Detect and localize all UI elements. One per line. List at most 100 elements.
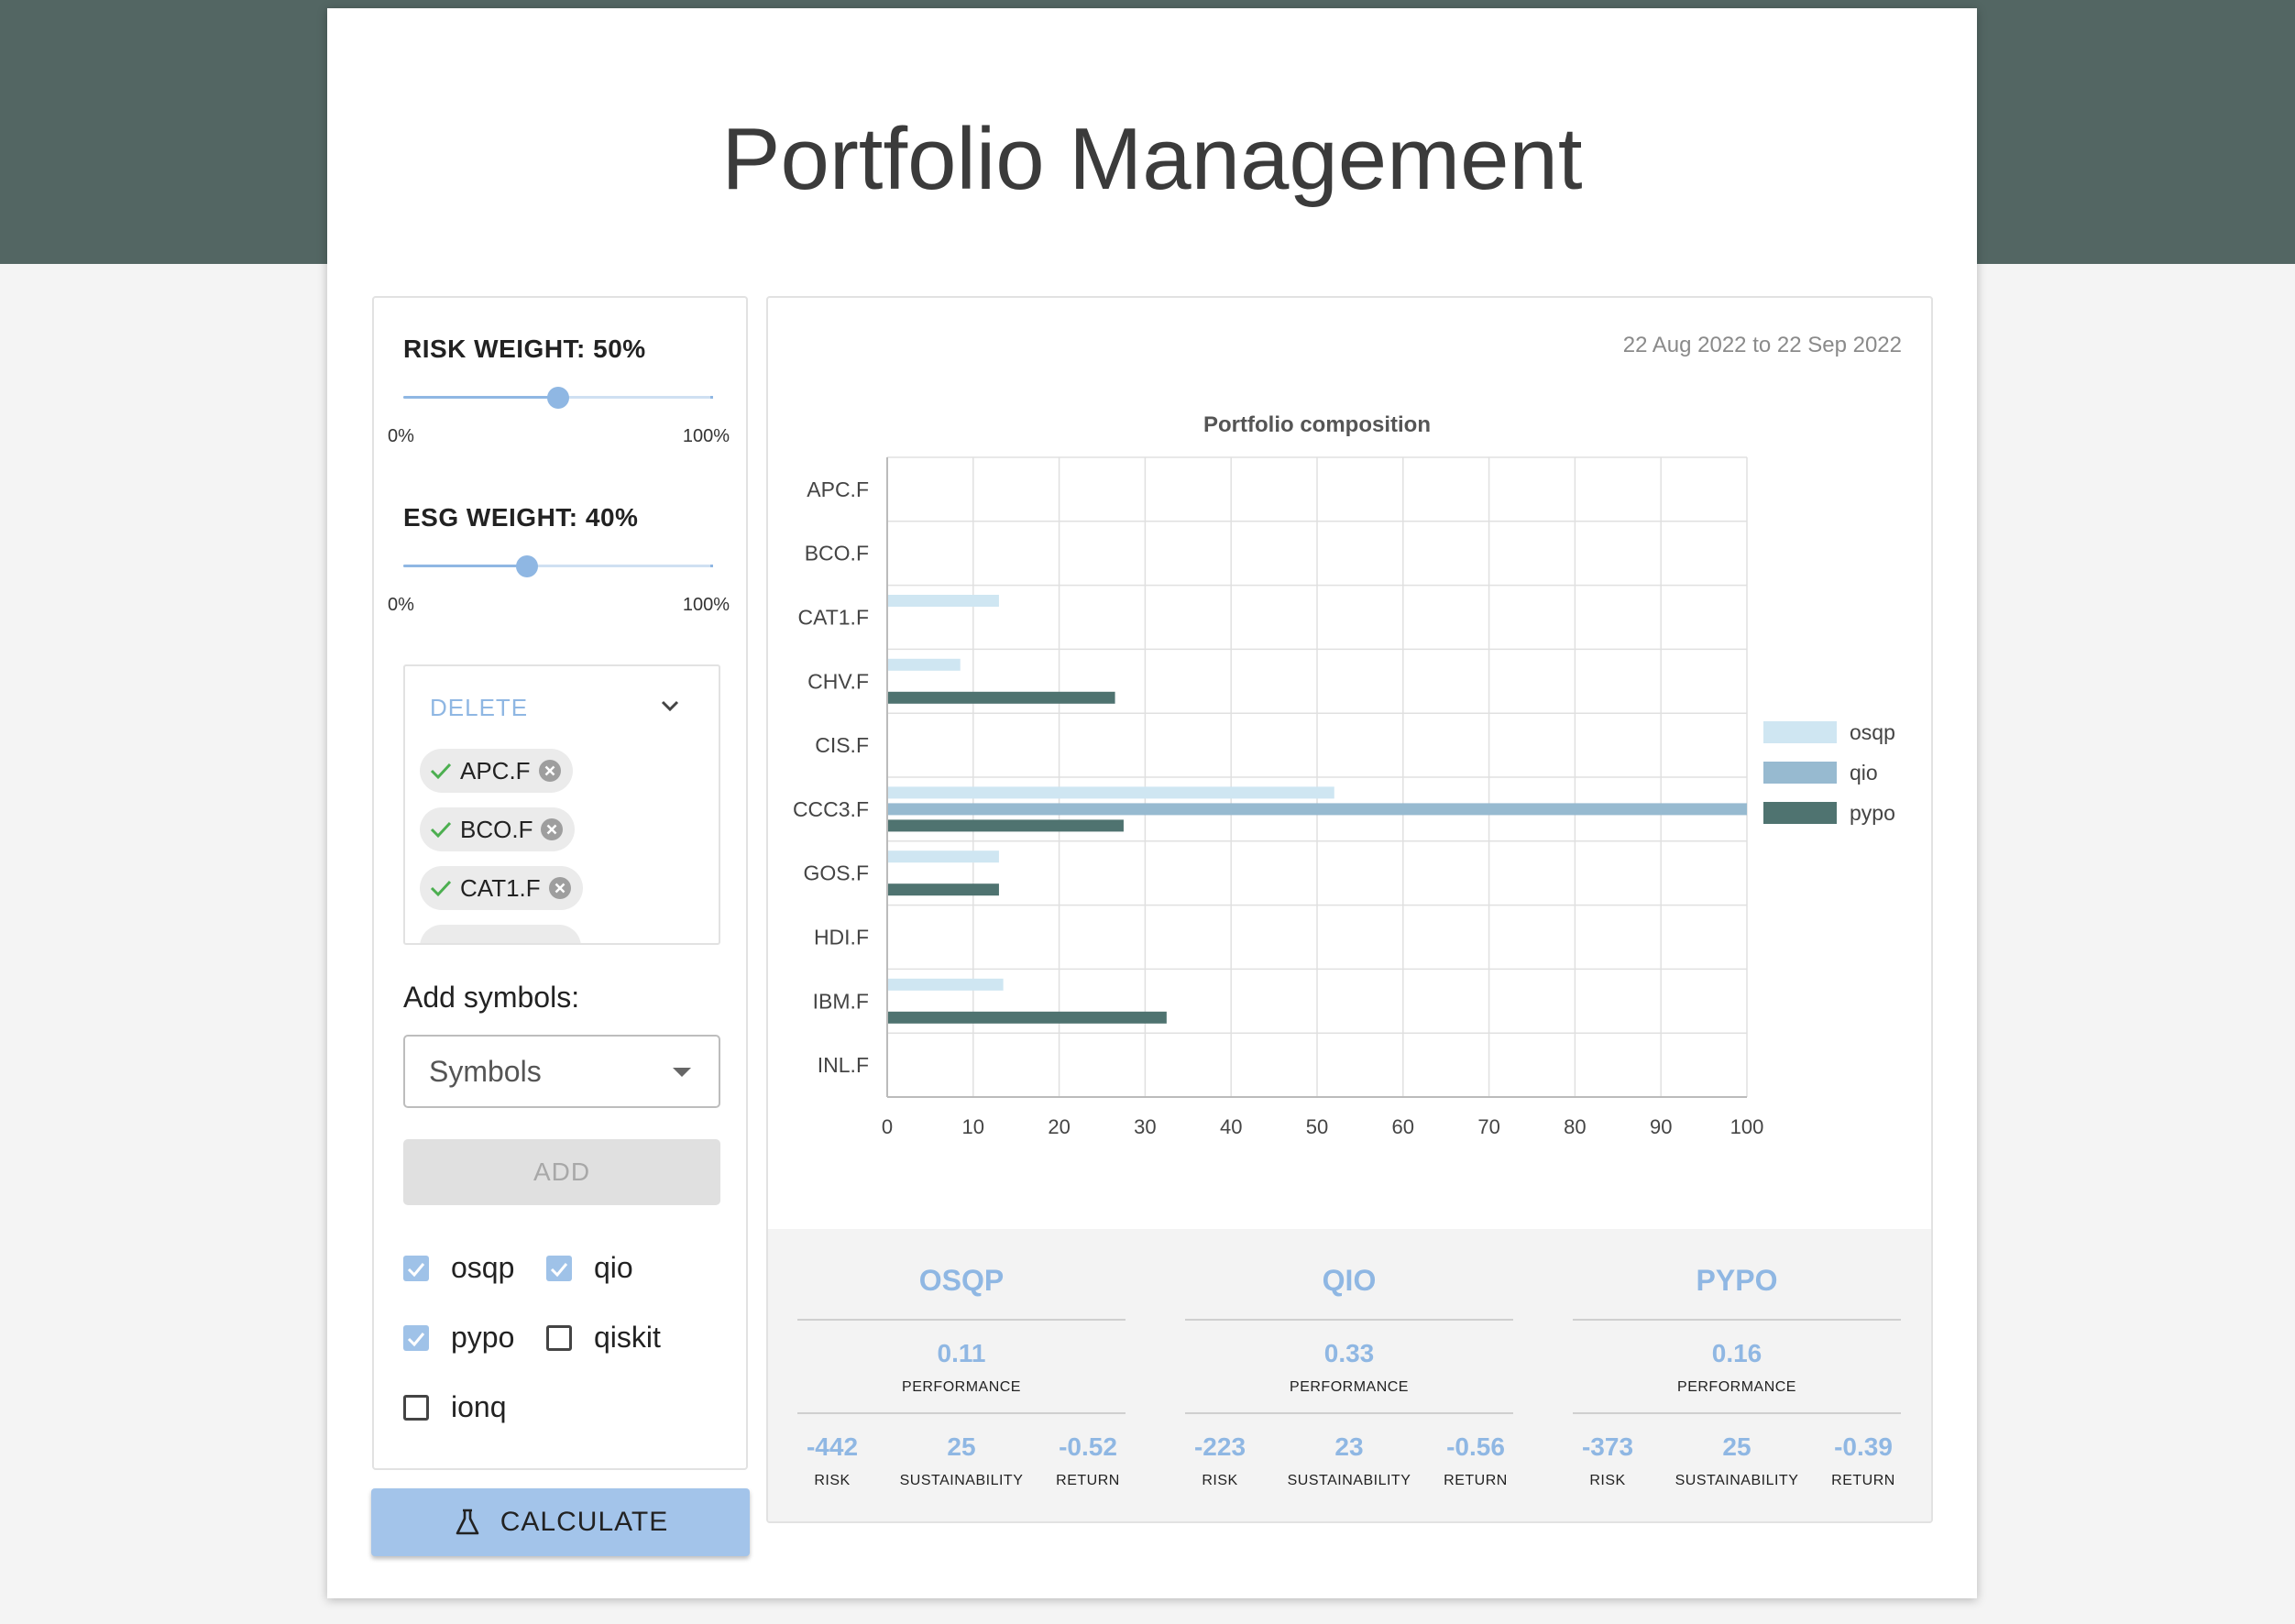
portfolio-composition-chart: Portfolio composition 0 10 20 30 40 50 60 70 80 90… bbox=[793, 412, 1895, 1138]
solver-label: qiskit bbox=[594, 1321, 661, 1354]
legend-swatch-osqp bbox=[1763, 721, 1837, 743]
solver-checkbox-osqp[interactable]: osqp bbox=[403, 1251, 514, 1285]
x-tick-label: 90 bbox=[1650, 1115, 1672, 1138]
calculate-button[interactable]: CALCULATE bbox=[371, 1488, 750, 1556]
return-stat: -0.56 RETURN bbox=[1436, 1432, 1515, 1489]
risk-value: -442 bbox=[806, 1432, 859, 1461]
slider-thumb[interactable] bbox=[516, 555, 539, 577]
bar-qio bbox=[888, 803, 1747, 816]
symbol-chip-partial[interactable] bbox=[420, 925, 581, 943]
chip-label: APC.F bbox=[460, 756, 531, 785]
delete-label[interactable]: DELETE bbox=[430, 694, 528, 722]
checkbox-checked-icon[interactable] bbox=[546, 1255, 572, 1281]
results-panel: 22 Aug 2022 to 22 Sep 2022 Portfolio com… bbox=[766, 296, 1933, 1523]
bar-pypo bbox=[888, 819, 1124, 832]
return-label: RETURN bbox=[1444, 1473, 1508, 1488]
risk-weight-slider[interactable] bbox=[403, 384, 713, 411]
bar-osqp bbox=[888, 850, 999, 863]
risk-stat: -373 RISK bbox=[1573, 1432, 1642, 1489]
bar-osqp bbox=[888, 786, 1334, 799]
delete-symbols-box: DELETE APC.F BCO.F CAT1.F bbox=[403, 664, 720, 945]
risk-label: RISK bbox=[814, 1473, 851, 1488]
remove-icon[interactable] bbox=[548, 876, 572, 900]
bar-osqp bbox=[888, 658, 961, 671]
risk-max-label: 100% bbox=[682, 426, 730, 446]
y-tick-label: CCC3.F bbox=[793, 797, 869, 821]
chevron-down-icon[interactable] bbox=[660, 699, 680, 712]
return-value: -0.39 bbox=[1834, 1432, 1893, 1461]
bar-pypo bbox=[888, 1011, 1167, 1024]
stat-col-osqp: OSQP 0.11 PERFORMANCE -442 RISK 25 SUSTAIN… bbox=[797, 1229, 1126, 1521]
x-tick-label: 40 bbox=[1220, 1115, 1242, 1138]
x-tick-label: 30 bbox=[1134, 1115, 1156, 1138]
solver-checkbox-qiskit[interactable]: qiskit bbox=[546, 1321, 661, 1355]
solver-checkbox-qio[interactable]: qio bbox=[546, 1251, 633, 1285]
risk-stat: -223 RISK bbox=[1185, 1432, 1255, 1489]
risk-value: -223 bbox=[1193, 1432, 1246, 1461]
y-tick-label: HDI.F bbox=[814, 926, 869, 949]
page-title: Portfolio Management bbox=[721, 110, 1583, 208]
remove-icon[interactable] bbox=[540, 817, 564, 841]
performance-value: 0.11 bbox=[937, 1339, 986, 1367]
risk-label: RISK bbox=[1589, 1473, 1626, 1488]
symbol-chip-bco[interactable]: BCO.F bbox=[420, 807, 576, 851]
x-tick-label: 50 bbox=[1306, 1115, 1328, 1138]
bar-osqp bbox=[888, 978, 1004, 991]
stat-col-pypo: PYPO 0.16 PERFORMANCE -373 RISK 25 SUSTAIN… bbox=[1573, 1229, 1901, 1521]
divider bbox=[1573, 1319, 1901, 1321]
performance-label: PERFORMANCE bbox=[1290, 1379, 1409, 1395]
sustainability-value: 25 bbox=[947, 1432, 976, 1461]
x-tick-label: 20 bbox=[1048, 1115, 1070, 1138]
risk-label: RISK bbox=[1202, 1473, 1238, 1488]
esg-min-label: 0% bbox=[388, 595, 414, 615]
checkbox-unchecked-icon[interactable] bbox=[403, 1394, 429, 1421]
chart-title: Portfolio composition bbox=[1203, 412, 1431, 437]
symbols-select[interactable]: Symbols bbox=[403, 1035, 720, 1108]
bar-osqp bbox=[888, 595, 999, 607]
solver-checkbox-pypo[interactable]: pypo bbox=[403, 1321, 514, 1355]
checkbox-checked-icon[interactable] bbox=[403, 1324, 429, 1351]
slider-thumb[interactable] bbox=[547, 387, 569, 409]
slider-track bbox=[403, 396, 558, 399]
return-label: RETURN bbox=[1831, 1473, 1895, 1488]
sustainability-label: SUSTAINABILITY bbox=[1675, 1473, 1799, 1488]
sustainability-value: 23 bbox=[1334, 1432, 1364, 1461]
flask-icon bbox=[456, 1509, 479, 1535]
esg-weight-slider[interactable] bbox=[403, 553, 713, 580]
add-button[interactable]: ADD bbox=[403, 1139, 720, 1205]
solver-name: QIO bbox=[1322, 1264, 1377, 1297]
solver-label: pypo bbox=[451, 1321, 515, 1354]
remove-icon[interactable] bbox=[538, 759, 562, 783]
esg-max-label: 100% bbox=[682, 595, 730, 615]
x-tick-label: 10 bbox=[962, 1115, 984, 1138]
y-tick-label: IBM.F bbox=[813, 989, 869, 1013]
sustainability-stat: 25 SUSTAINABILITY bbox=[1668, 1432, 1806, 1489]
slider-track bbox=[403, 565, 528, 567]
solver-checkbox-ionq[interactable]: ionq bbox=[403, 1390, 507, 1424]
y-tick-label: BCO.F bbox=[805, 542, 869, 565]
legend-label: pypo bbox=[1850, 801, 1895, 825]
x-tick-label: 0 bbox=[882, 1115, 893, 1138]
checkbox-checked-icon[interactable] bbox=[403, 1255, 429, 1281]
sustainability-label: SUSTAINABILITY bbox=[899, 1473, 1024, 1488]
esg-weight-label: ESG WEIGHT: 40% bbox=[403, 503, 639, 532]
checkbox-unchecked-icon[interactable] bbox=[546, 1324, 572, 1351]
x-tick-label: 70 bbox=[1477, 1115, 1499, 1138]
performance-value: 0.16 bbox=[1711, 1339, 1762, 1367]
risk-weight-label: RISK WEIGHT: 50% bbox=[403, 335, 646, 363]
legend-label: qio bbox=[1850, 761, 1878, 785]
solver-name: OSQP bbox=[918, 1264, 1005, 1297]
add-symbols-label: Add symbols: bbox=[403, 981, 580, 1014]
sustainability-label: SUSTAINABILITY bbox=[1287, 1473, 1411, 1488]
divider bbox=[1185, 1412, 1513, 1414]
solver-label: qio bbox=[594, 1251, 633, 1284]
divider bbox=[1573, 1412, 1901, 1414]
check-icon bbox=[430, 821, 452, 839]
divider bbox=[797, 1412, 1126, 1414]
solver-label: osqp bbox=[451, 1251, 515, 1284]
divider bbox=[797, 1319, 1126, 1321]
y-tick-label: APC.F bbox=[807, 477, 869, 501]
symbol-chip-apc[interactable]: APC.F bbox=[420, 749, 573, 793]
symbol-chip-cat1[interactable]: CAT1.F bbox=[420, 866, 583, 910]
performance-label: PERFORMANCE bbox=[902, 1379, 1021, 1395]
